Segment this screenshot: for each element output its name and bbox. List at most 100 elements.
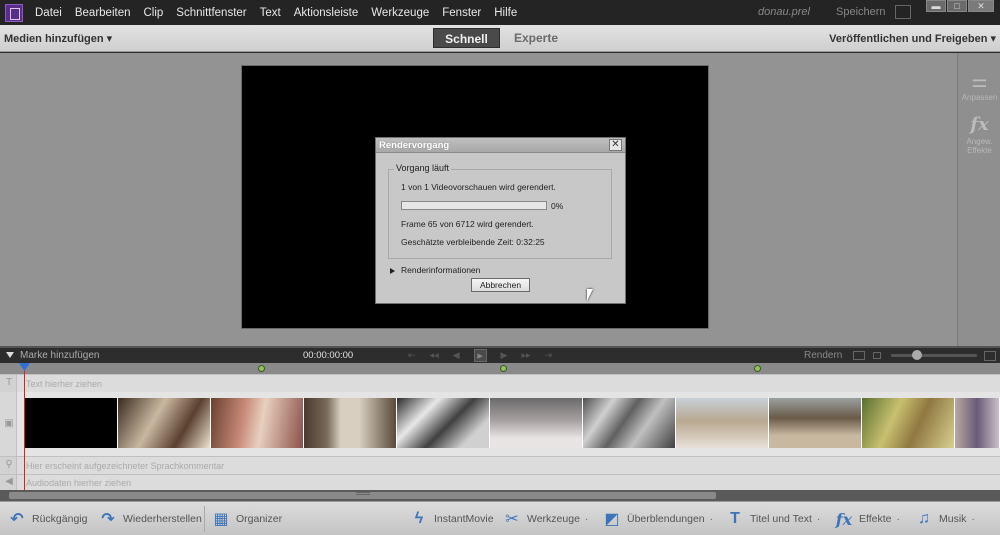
menu-clip[interactable]: Clip: [143, 7, 163, 19]
render-info-label: Renderinformationen: [401, 265, 481, 275]
menu-schnittfenster[interactable]: Schnittfenster: [176, 7, 246, 19]
undo-icon: ↶: [10, 511, 24, 528]
narration-track[interactable]: ⚲ Hier erscheint aufgezeichneter Sprachk…: [0, 456, 1000, 474]
video-clip-thumb[interactable]: [583, 398, 676, 448]
render-button[interactable]: Rendern: [804, 350, 842, 361]
zoom-in-icon[interactable]: [984, 351, 996, 361]
save-button[interactable]: Speichern: [836, 6, 886, 18]
transitions-button[interactable]: ◩ Überblendungen ·: [603, 502, 713, 535]
adjust-label: Anpassen: [961, 93, 998, 102]
transitions-label: Überblendungen: [627, 513, 705, 525]
tools-icon: ✂: [505, 511, 519, 528]
go-to-end-icon[interactable]: ⇥: [544, 349, 552, 362]
dialog-titlebar[interactable]: Rendervorgang ✕: [376, 138, 625, 153]
dialog-close-icon[interactable]: ✕: [609, 139, 622, 151]
zoom-out-icon[interactable]: [873, 352, 881, 359]
timeline-marker[interactable]: [754, 365, 761, 372]
menu-aktionsleiste[interactable]: Aktionsleiste: [294, 7, 359, 19]
forward-icon[interactable]: ▶: [501, 349, 508, 362]
timeline-scrollbar[interactable]: [0, 490, 1000, 501]
publish-button[interactable]: Veröffentlichen und Freigeben ▾: [829, 32, 996, 45]
tab-schnell[interactable]: Schnell: [433, 28, 500, 48]
menu-werkzeuge[interactable]: Werkzeuge: [371, 7, 429, 19]
lightning-icon: ϟ: [414, 510, 424, 527]
video-clip-thumb[interactable]: [490, 398, 583, 448]
redo-label: Wiederherstellen: [123, 513, 202, 525]
fullscreen-icon[interactable]: [895, 5, 911, 19]
applied-effects-button[interactable]: fx Angew. Effekte: [958, 114, 1000, 156]
zoom-slider-thumb[interactable]: [912, 350, 922, 360]
timeline-marker[interactable]: [258, 365, 265, 372]
add-media-button[interactable]: Medien hinzufügen ▾: [4, 32, 112, 45]
step-back-icon[interactable]: ◂◂: [430, 349, 439, 362]
zoom-slider-track[interactable]: [891, 354, 977, 357]
video-clip-thumb[interactable]: [676, 398, 769, 448]
dropdown-dot-icon: ·: [816, 513, 821, 525]
tab-experte[interactable]: Experte: [514, 31, 558, 45]
applied-effects-label: Angew. Effekte: [966, 137, 993, 155]
dropdown-dot-icon: ·: [971, 513, 975, 525]
cancel-button[interactable]: Abbrechen: [471, 278, 530, 292]
titles-icon: T: [730, 510, 740, 527]
text-track[interactable]: T Text hierher ziehen: [0, 374, 1000, 392]
maximize-icon[interactable]: □: [947, 0, 967, 12]
render-info-toggle[interactable]: Renderinformationen: [390, 265, 480, 275]
step-forward-icon[interactable]: ▸▸: [521, 349, 530, 362]
music-button[interactable]: ♫ Musik ·: [915, 502, 975, 535]
add-marker-button[interactable]: Marke hinzufügen: [6, 350, 100, 361]
play-icon[interactable]: ▶: [473, 349, 487, 362]
rewind-icon[interactable]: ◀: [453, 349, 460, 362]
close-icon[interactable]: ✕: [968, 0, 994, 12]
add-marker-label: Marke hinzufügen: [20, 350, 100, 361]
organizer-icon: ▦: [213, 511, 229, 528]
render-dialog: Rendervorgang ✕ Vorgang läuft 1 von 1 Vi…: [375, 137, 626, 304]
organizer-label: Organizer: [236, 513, 283, 525]
effects-button[interactable]: fx Effekte ·: [835, 502, 900, 535]
titles-label: Titel und Text: [750, 513, 812, 525]
fx-icon: fx: [835, 509, 853, 529]
video-clip-thumb[interactable]: [397, 398, 490, 448]
music-label: Musik: [939, 513, 967, 525]
video-clip-thumb[interactable]: [24, 398, 118, 448]
tools-button[interactable]: ✂ Werkzeuge ·: [503, 502, 588, 535]
menu-hilfe[interactable]: Hilfe: [494, 7, 517, 19]
organizer-button[interactable]: ▦ Organizer: [212, 502, 282, 535]
video-clip-thumb[interactable]: [955, 398, 1000, 448]
video-clip-thumb[interactable]: [118, 398, 211, 448]
go-to-start-icon[interactable]: ⇤: [408, 349, 416, 362]
music-note-icon: ♫: [918, 510, 930, 527]
dropdown-dot-icon: ·: [896, 513, 901, 525]
menu-bearbeiten[interactable]: Bearbeiten: [75, 7, 131, 19]
video-clip-thumb[interactable]: [862, 398, 955, 448]
fx-icon: fx: [970, 114, 989, 135]
mode-bar: Medien hinzufügen ▾ Schnell Experte Verö…: [0, 25, 1000, 52]
text-track-label: Text hierher ziehen: [26, 379, 103, 389]
transitions-icon: ◩: [604, 511, 620, 528]
video-clip-thumb[interactable]: [769, 398, 862, 448]
video-track[interactable]: ▣: [0, 392, 1000, 456]
instantmovie-button[interactable]: ϟ InstantMovie: [410, 502, 494, 535]
timeline-view-icon[interactable]: [853, 351, 865, 360]
timeline-marker[interactable]: [500, 365, 507, 372]
playhead-line: [24, 371, 25, 501]
video-clip-thumb[interactable]: [211, 398, 304, 448]
narration-track-label: Hier erscheint aufgezeichneter Sprachkom…: [26, 461, 225, 471]
progress-bar: [401, 201, 547, 210]
adjust-panel-button[interactable]: ⚌ Anpassen: [958, 71, 1000, 102]
video-clip-thumb[interactable]: [304, 398, 397, 448]
dropdown-dot-icon: ·: [584, 513, 589, 525]
remaining-time-text: Geschätzte verbleibende Zeit: 0:32:25: [401, 237, 545, 247]
redo-button[interactable]: ↷ Wiederherstellen: [99, 502, 202, 535]
audio-track[interactable]: ◀ Audiodaten hierher ziehen: [0, 474, 1000, 490]
menu-datei[interactable]: Datei: [35, 7, 62, 19]
menu-text[interactable]: Text: [260, 7, 281, 19]
frame-text: Frame 65 von 6712 wird gerendert.: [401, 219, 534, 229]
menu-fenster[interactable]: Fenster: [442, 7, 481, 19]
timeline-ruler[interactable]: [0, 363, 1000, 374]
timeline-controls: Marke hinzufügen 00:00:00:00 ⇤ ◂◂ ◀ ▶ ▶ …: [0, 348, 1000, 363]
minimize-icon[interactable]: ▬: [926, 0, 946, 12]
text-track-icon: T: [5, 377, 13, 388]
undo-button[interactable]: ↶ Rückgängig: [8, 502, 87, 535]
titles-button[interactable]: T Titel und Text ·: [726, 502, 820, 535]
progress-percent: 0%: [551, 201, 564, 211]
